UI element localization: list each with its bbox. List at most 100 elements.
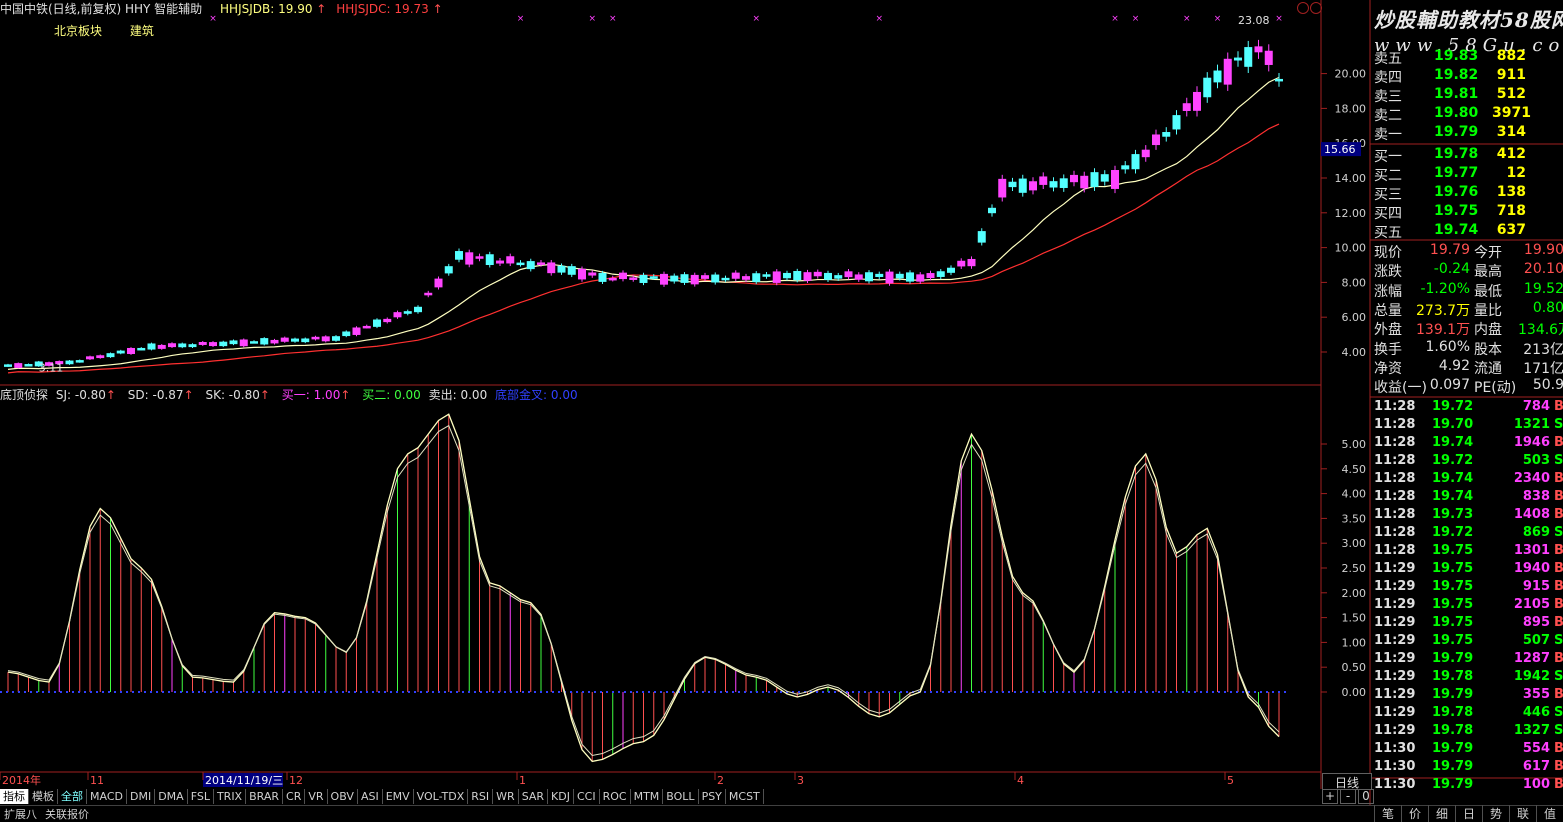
order-row[interactable]: 卖一 19.79 314 bbox=[1374, 124, 1563, 143]
indicator-tab-brar[interactable]: BRAR bbox=[246, 789, 284, 804]
related-quote-tab[interactable]: 关联报价 bbox=[41, 806, 93, 822]
indicator-tab-emv[interactable]: EMV bbox=[383, 789, 414, 804]
right-panel-tab[interactable]: 值 bbox=[1536, 805, 1563, 822]
date-label: 1 bbox=[519, 774, 526, 787]
indicator-tab-指标[interactable]: 指标 bbox=[0, 789, 29, 804]
order-row[interactable]: 买五 19.74 637 bbox=[1374, 222, 1563, 241]
indicator-tab-dmi[interactable]: DMI bbox=[127, 789, 156, 804]
indicator-tab-cr[interactable]: CR bbox=[283, 789, 306, 804]
indicator-tab-roc[interactable]: ROC bbox=[600, 789, 631, 804]
order-price: 19.82 bbox=[1434, 67, 1479, 83]
order-row[interactable]: 买四 19.75 718 bbox=[1374, 203, 1563, 222]
indicator-tab-wr[interactable]: WR bbox=[493, 789, 519, 804]
right-panel-tab[interactable]: 日 bbox=[1455, 805, 1482, 822]
order-row[interactable]: 买二 19.77 12 bbox=[1374, 165, 1563, 184]
candle-body bbox=[65, 360, 74, 365]
tick-time: 11:29 bbox=[1374, 687, 1416, 702]
tick-side: S bbox=[1554, 723, 1563, 738]
sector-tag[interactable]: 建筑 bbox=[130, 24, 154, 38]
order-row[interactable]: 卖五 19.83 882 bbox=[1374, 48, 1563, 67]
indicator-tab-全部[interactable]: 全部 bbox=[58, 789, 87, 804]
indicator-tab-rsi[interactable]: RSI bbox=[468, 789, 494, 804]
candle-body bbox=[660, 273, 668, 285]
indicator-tab-dma[interactable]: DMA bbox=[155, 789, 188, 804]
right-panel-tab[interactable]: 价 bbox=[1401, 805, 1428, 822]
indicator-tab-macd[interactable]: MACD bbox=[87, 789, 127, 804]
zoom-reset-button[interactable]: 0 bbox=[1358, 789, 1374, 804]
candle-body bbox=[916, 274, 925, 282]
hhjsjdc-value: 19.73 bbox=[394, 2, 429, 16]
tick-time: 11:28 bbox=[1374, 399, 1416, 414]
order-row[interactable]: 卖三 19.81 512 bbox=[1374, 86, 1563, 105]
indicator-tab-模板[interactable]: 模板 bbox=[29, 789, 58, 804]
candle-body bbox=[342, 331, 351, 337]
indicator-tick-label: 5.00 bbox=[1342, 438, 1367, 451]
tick-row: 11:28 19.72 869 S bbox=[1374, 525, 1563, 543]
tick-row: 11:28 19.74 2340 B bbox=[1374, 471, 1563, 489]
indicator-tab-mcst[interactable]: MCST bbox=[726, 789, 764, 804]
right-panel-tab[interactable]: 笔 bbox=[1374, 805, 1401, 822]
candle-body bbox=[906, 272, 914, 282]
candle-body bbox=[250, 341, 258, 344]
tick-volume: 100 bbox=[1522, 777, 1550, 792]
right-panel-tab[interactable]: 联 bbox=[1509, 805, 1536, 822]
period-selector[interactable]: 日线 bbox=[1322, 773, 1372, 790]
tick-price: 19.79 bbox=[1432, 741, 1474, 756]
right-panel-tab[interactable]: 细 bbox=[1428, 805, 1455, 822]
indicator-tab-vr[interactable]: VR bbox=[305, 789, 328, 804]
ma-short-line bbox=[7, 76, 1280, 370]
zoom-in-button[interactable]: + bbox=[1322, 789, 1338, 804]
chart-title: 中国中铁(日线,前复权) HHY 智能辅助 bbox=[0, 2, 203, 16]
order-price: 19.74 bbox=[1434, 222, 1479, 238]
indicator-tab-boll[interactable]: BOLL bbox=[663, 789, 699, 804]
order-row[interactable]: 卖四 19.82 911 bbox=[1374, 67, 1563, 86]
order-row[interactable]: 买三 19.76 138 bbox=[1374, 184, 1563, 203]
tick-price: 19.74 bbox=[1432, 471, 1474, 486]
candle-body bbox=[1223, 58, 1232, 85]
indicator-tab-psy[interactable]: PSY bbox=[699, 789, 726, 804]
quote-value: -0.24 bbox=[1433, 261, 1470, 278]
order-label: 卖四 bbox=[1374, 70, 1402, 86]
candle-body bbox=[209, 342, 217, 347]
tick-time: 11:29 bbox=[1374, 723, 1416, 738]
order-volume: 512 bbox=[1496, 86, 1526, 102]
tick-price: 19.75 bbox=[1432, 579, 1474, 594]
order-price: 19.80 bbox=[1434, 105, 1479, 121]
indicator-tab-kdj[interactable]: KDJ bbox=[548, 789, 574, 804]
indicator-tab-fsl[interactable]: FSL bbox=[188, 789, 214, 804]
candle-body bbox=[885, 271, 894, 284]
tick-volume: 1942 bbox=[1513, 669, 1550, 684]
candle-body bbox=[424, 292, 433, 296]
order-row[interactable]: 卖二 19.80 3971 bbox=[1374, 105, 1563, 124]
date-label: 5 bbox=[1227, 774, 1234, 787]
indicator-tab-cci[interactable]: CCI bbox=[574, 789, 600, 804]
indicator-sell: 卖出: 0.00 bbox=[428, 388, 488, 402]
indicator-tab-mtm[interactable]: MTM bbox=[631, 789, 664, 804]
candle-body bbox=[434, 278, 443, 288]
indicator-name[interactable]: 底顶侦探 bbox=[0, 388, 48, 402]
signal-marker: × bbox=[1132, 14, 1140, 24]
chart-canvas[interactable]: 20.0018.0016.0014.0012.0010.008.006.004.… bbox=[0, 0, 1563, 821]
indicator-tab-asi[interactable]: ASI bbox=[358, 789, 383, 804]
signal-marker: × bbox=[1214, 14, 1222, 24]
extension-tab[interactable]: 扩展八 bbox=[0, 806, 41, 822]
price-tick-label: 6.00 bbox=[1342, 311, 1367, 324]
sector-tag[interactable]: 北京板块 bbox=[54, 24, 102, 38]
tick-row: 11:29 19.78 1942 S bbox=[1374, 669, 1563, 687]
window-restore-icon[interactable] bbox=[1297, 2, 1309, 14]
tick-volume: 869 bbox=[1522, 525, 1550, 540]
right-panel-tab[interactable]: 势 bbox=[1482, 805, 1509, 822]
candle-body bbox=[742, 276, 750, 280]
order-label: 买五 bbox=[1374, 225, 1402, 241]
order-row[interactable]: 买一 19.78 412 bbox=[1374, 146, 1563, 165]
zoom-out-button[interactable]: - bbox=[1340, 789, 1356, 804]
order-label: 卖一 bbox=[1374, 127, 1402, 143]
indicator-tab-sar[interactable]: SAR bbox=[519, 789, 549, 804]
quote-value: 0.80 bbox=[1532, 299, 1563, 316]
order-label: 买二 bbox=[1374, 168, 1402, 184]
indicator-tab-trix[interactable]: TRIX bbox=[214, 789, 247, 804]
indicator-tab-obv[interactable]: OBV bbox=[328, 789, 358, 804]
indicator-tab-vol-tdx[interactable]: VOL-TDX bbox=[414, 789, 469, 804]
window-settings-icon[interactable] bbox=[1310, 2, 1322, 14]
quote-value: 50.9 bbox=[1532, 377, 1563, 394]
